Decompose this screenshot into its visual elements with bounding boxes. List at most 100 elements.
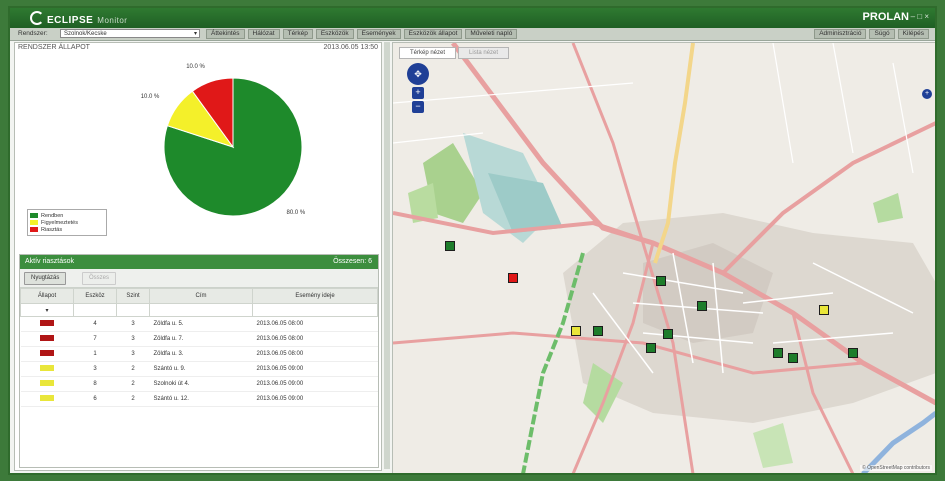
page-title: RENDSZER ÁLLAPOT: [18, 44, 90, 51]
pane-splitter[interactable]: [384, 42, 390, 469]
map-marker[interactable]: [788, 353, 798, 363]
device-cell: 1: [73, 346, 117, 362]
col-address[interactable]: Cím: [149, 288, 253, 304]
time-cell: 2013.06.05 09:00: [252, 361, 378, 377]
layer-switcher-icon[interactable]: +: [922, 89, 932, 99]
map-attribution: © OpenStreetMap contributors: [860, 465, 932, 471]
map-marker[interactable]: [646, 343, 656, 353]
address-cell: Zöldfa u. 5.: [149, 316, 253, 332]
filter-device[interactable]: [73, 303, 117, 317]
legend-item-alarm: Riasztás: [30, 226, 104, 233]
time-cell: 2013.06.05 08:00: [252, 316, 378, 332]
status-swatch: [40, 380, 54, 386]
tab-map-view[interactable]: Térkép nézet: [399, 47, 457, 59]
logo-subtitle: Monitor: [97, 16, 128, 25]
zoom-out-button[interactable]: −: [412, 101, 424, 113]
filter-address[interactable]: [149, 303, 253, 317]
alarms-title: Aktív riasztások: [25, 258, 75, 265]
active-alarms-panel: Aktív riasztások Összesen: 6 Nyugtázás Ö…: [19, 254, 379, 468]
acknowledge-button[interactable]: Nyugtázás: [24, 272, 67, 285]
map-marker[interactable]: [848, 348, 858, 358]
system-select[interactable]: Szolnok/Kecske ▾: [60, 29, 200, 38]
status-pane: RENDSZER ÁLLAPOT 2013.06.05 13:50 80.0 %…: [14, 42, 382, 471]
legend-item-ok: Rendben: [30, 212, 104, 219]
level-cell: 3: [116, 331, 150, 347]
filter-level[interactable]: [116, 303, 150, 317]
pan-icon[interactable]: ✥: [407, 63, 429, 85]
chart-legend: Rendben Figyelmeztetés Riasztás: [27, 209, 107, 236]
map-view[interactable]: Térkép nézet Lista nézet ✥ + − + © OpenS…: [392, 42, 936, 474]
window-controls[interactable]: – □ ×: [911, 12, 929, 21]
map-zoom-controls: ✥ + −: [407, 63, 429, 115]
map-marker[interactable]: [445, 241, 455, 251]
status-cell: [20, 331, 74, 347]
menu-item-network[interactable]: Hálózat: [247, 29, 280, 39]
table-row[interactable]: 6 2 Szántó u. 12. 2013.06.05 09:00: [20, 391, 378, 407]
legend-label: Rendben: [41, 212, 64, 219]
table-row[interactable]: 3 2 Szántó u. 9. 2013.06.05 09:00: [20, 361, 378, 377]
right-menu: Adminisztráció Súgó Kilépés: [814, 29, 929, 39]
address-cell: Szántó u. 12.: [149, 391, 253, 407]
status-timestamp: 2013.06.05 13:50: [323, 44, 379, 51]
status-cell: [20, 316, 74, 332]
menu-item-operation-log[interactable]: Műveleti napló: [465, 29, 518, 39]
map-canvas[interactable]: [393, 43, 936, 474]
map-marker[interactable]: [571, 326, 581, 336]
title-bar: ECLIPSE Monitor PROLAN – □ ×: [10, 8, 935, 28]
map-marker[interactable]: [508, 273, 518, 283]
alarms-toolbar: Nyugtázás Összes: [20, 269, 378, 288]
menu-item-help[interactable]: Súgó: [869, 29, 895, 39]
col-level[interactable]: Szint: [116, 288, 150, 304]
status-swatch: [40, 395, 54, 401]
status-swatch: [40, 320, 54, 326]
address-cell: Zöldfa u. 3.: [149, 346, 253, 362]
menu-item-admin[interactable]: Adminisztráció: [814, 29, 867, 39]
col-status[interactable]: Állapot: [20, 288, 74, 304]
filter-status[interactable]: ▾: [20, 303, 74, 317]
level-cell: 3: [116, 316, 150, 332]
logo-icon: [30, 11, 44, 25]
table-row[interactable]: 7 3 Zöldfa u. 7. 2013.06.05 08:00: [20, 331, 378, 347]
address-cell: Zöldfa u. 7.: [149, 331, 253, 347]
address-cell: Szolnoki út 4.: [149, 376, 253, 392]
menu-item-overview[interactable]: Áttekintés: [206, 29, 245, 39]
status-cell: [20, 376, 74, 392]
map-marker[interactable]: [656, 276, 666, 286]
level-cell: 3: [116, 346, 150, 362]
map-marker[interactable]: [773, 348, 783, 358]
status-cell: [20, 391, 74, 407]
table-row[interactable]: 1 3 Zöldfa u. 3. 2013.06.05 08:00: [20, 346, 378, 362]
table-row[interactable]: 4 3 Zöldfa u. 5. 2013.06.05 08:00: [20, 316, 378, 332]
alarms-table: Állapot Eszköz Szint Cím Esemény ideje ▾: [20, 288, 378, 407]
table-row[interactable]: 8 2 Szolnoki út 4. 2013.06.05 09:00: [20, 376, 378, 392]
map-marker[interactable]: [593, 326, 603, 336]
menu-bar: Rendszer: Szolnok/Kecske ▾ Áttekintés Hál…: [10, 28, 935, 41]
map-marker[interactable]: [663, 329, 673, 339]
all-button[interactable]: Összes: [82, 272, 117, 285]
menu-item-logout[interactable]: Kilépés: [897, 29, 929, 39]
legend-swatch: [30, 213, 38, 218]
map-marker[interactable]: [697, 301, 707, 311]
menu-item-events[interactable]: Események: [356, 29, 401, 39]
tab-list-view[interactable]: Lista nézet: [458, 47, 510, 59]
address-cell: Szántó u. 9.: [149, 361, 253, 377]
app-window: ECLIPSE Monitor PROLAN – □ × Rendszer: Sz…: [8, 6, 937, 475]
map-marker[interactable]: [819, 305, 829, 315]
brand-name: PROLAN: [862, 11, 909, 23]
menu-item-devices[interactable]: Eszközök: [315, 29, 354, 39]
pie-value-label: 10.0 %: [141, 94, 160, 100]
legend-label: Figyelmeztetés: [41, 219, 78, 226]
col-event-time[interactable]: Esemény ideje: [252, 288, 378, 304]
col-device[interactable]: Eszköz: [73, 288, 117, 304]
time-cell: 2013.06.05 09:00: [252, 376, 378, 392]
menu-item-map[interactable]: Térkép: [282, 29, 313, 39]
status-swatch: [40, 350, 54, 356]
status-swatch: [40, 335, 54, 341]
legend-swatch: [30, 227, 38, 232]
device-cell: 6: [73, 391, 117, 407]
filter-time[interactable]: [252, 303, 378, 317]
status-cell: [20, 346, 74, 362]
zoom-in-button[interactable]: +: [412, 87, 424, 99]
menu-item-device-status[interactable]: Eszközök állapot: [403, 29, 463, 39]
device-cell: 3: [73, 361, 117, 377]
